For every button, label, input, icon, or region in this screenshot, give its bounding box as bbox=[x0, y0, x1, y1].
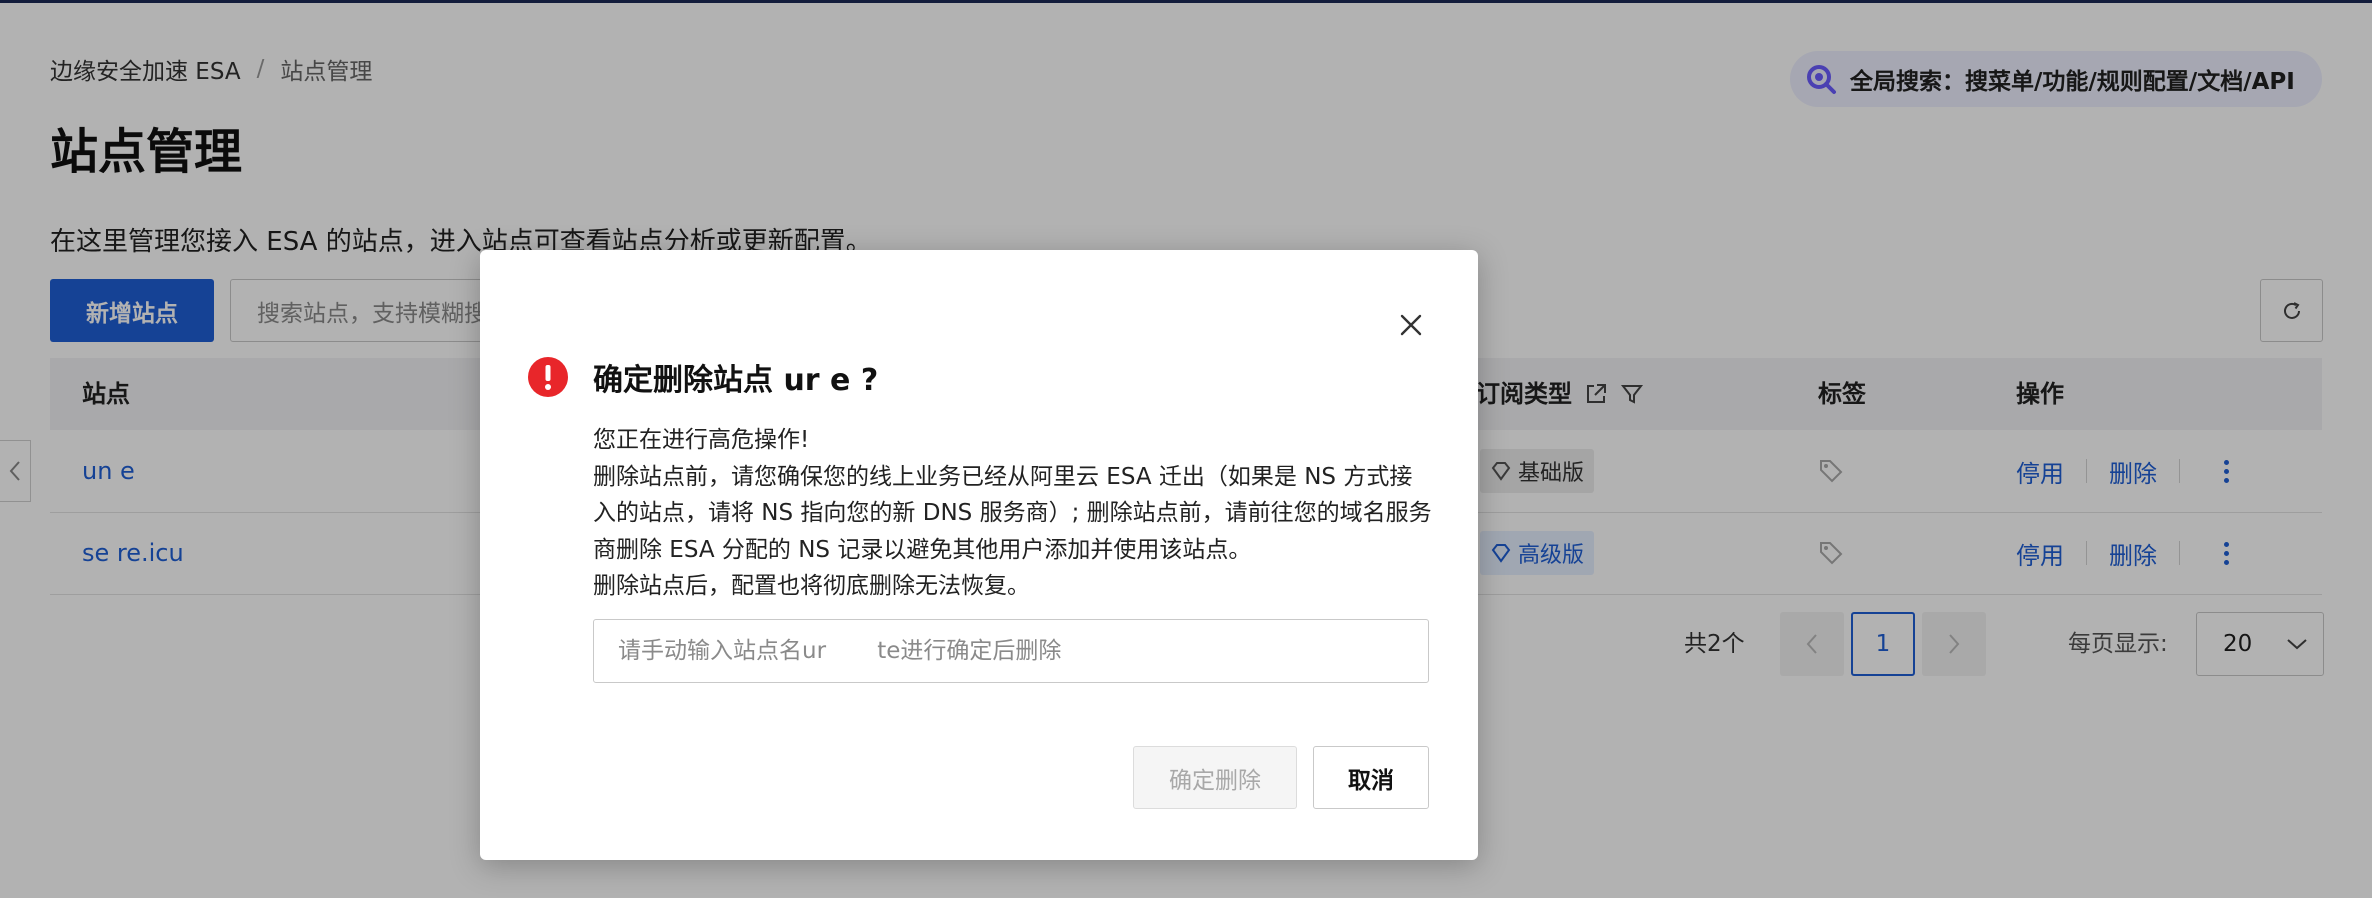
confirm-delete-button[interactable]: 确定删除 bbox=[1133, 746, 1297, 809]
warning-icon bbox=[528, 357, 568, 397]
close-icon bbox=[1400, 314, 1422, 336]
dialog-warning-line: 您正在进行高危操作! bbox=[593, 427, 810, 453]
dialog-instruction: 删除站点前，请您确保您的线上业务已经从阿里云 ESA 迁出（如果是 NS 方式接… bbox=[593, 463, 1432, 563]
dialog-title: 确定删除站点 ur e ? bbox=[593, 363, 879, 398]
close-button[interactable] bbox=[1397, 311, 1425, 339]
confirm-site-name-input[interactable] bbox=[593, 619, 1429, 683]
dialog-consequence: 删除站点后，配置也将彻底删除无法恢复。 bbox=[593, 573, 1030, 599]
cancel-button[interactable]: 取消 bbox=[1313, 746, 1429, 809]
dialog-body: 您正在进行高危操作! 删除站点前，请您确保您的线上业务已经从阿里云 ESA 迁出… bbox=[593, 422, 1433, 605]
delete-site-dialog: 确定删除站点 ur e ? 您正在进行高危操作! 删除站点前，请您确保您的线上业… bbox=[480, 250, 1478, 860]
